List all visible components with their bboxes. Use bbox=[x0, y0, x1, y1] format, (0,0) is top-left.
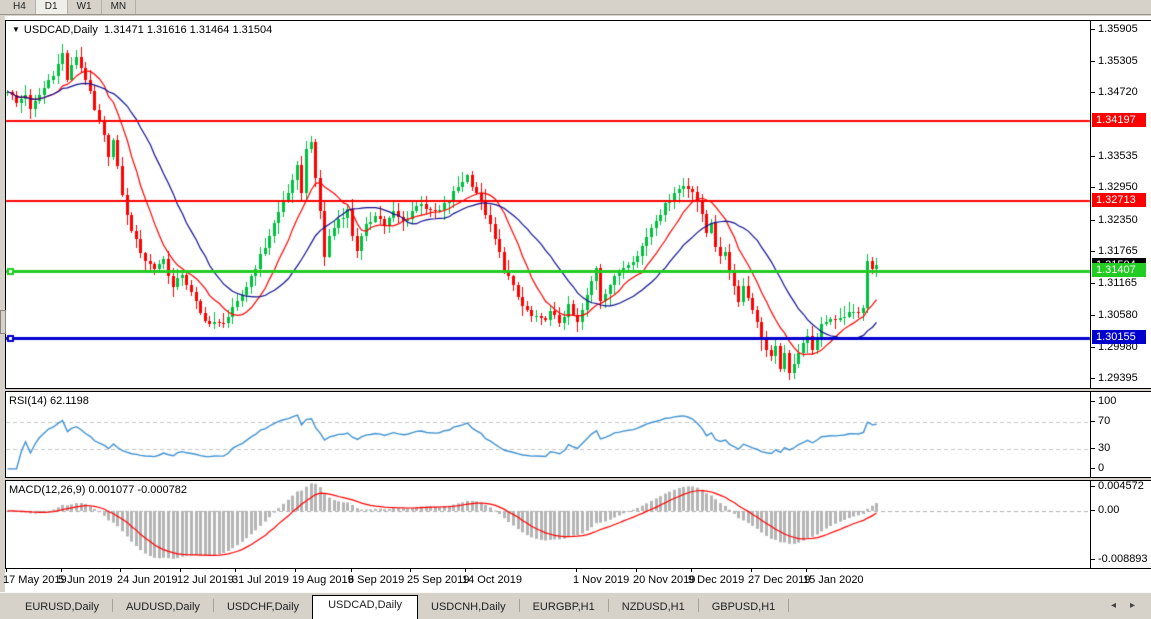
price-axis-divider bbox=[1090, 20, 1091, 569]
rsi-separator-bottom bbox=[5, 391, 1151, 392]
price-panel[interactable] bbox=[6, 21, 1090, 388]
macd-panel[interactable] bbox=[6, 481, 1090, 568]
chart-border-top bbox=[5, 20, 1151, 21]
rsi-panel[interactable] bbox=[6, 392, 1090, 477]
chart-border-left bbox=[5, 20, 6, 569]
tab-scrollbar: ◂▸ bbox=[1105, 600, 1143, 611]
tab-scroll-right-icon[interactable]: ▸ bbox=[1124, 600, 1143, 611]
chart-border-bottom bbox=[5, 568, 1151, 569]
panel-splitter-handle[interactable] bbox=[0, 310, 6, 334]
tab-scroll-left-icon[interactable]: ◂ bbox=[1105, 600, 1124, 611]
window-left-edge bbox=[0, 16, 5, 592]
macd-separator-bottom bbox=[5, 480, 1151, 481]
